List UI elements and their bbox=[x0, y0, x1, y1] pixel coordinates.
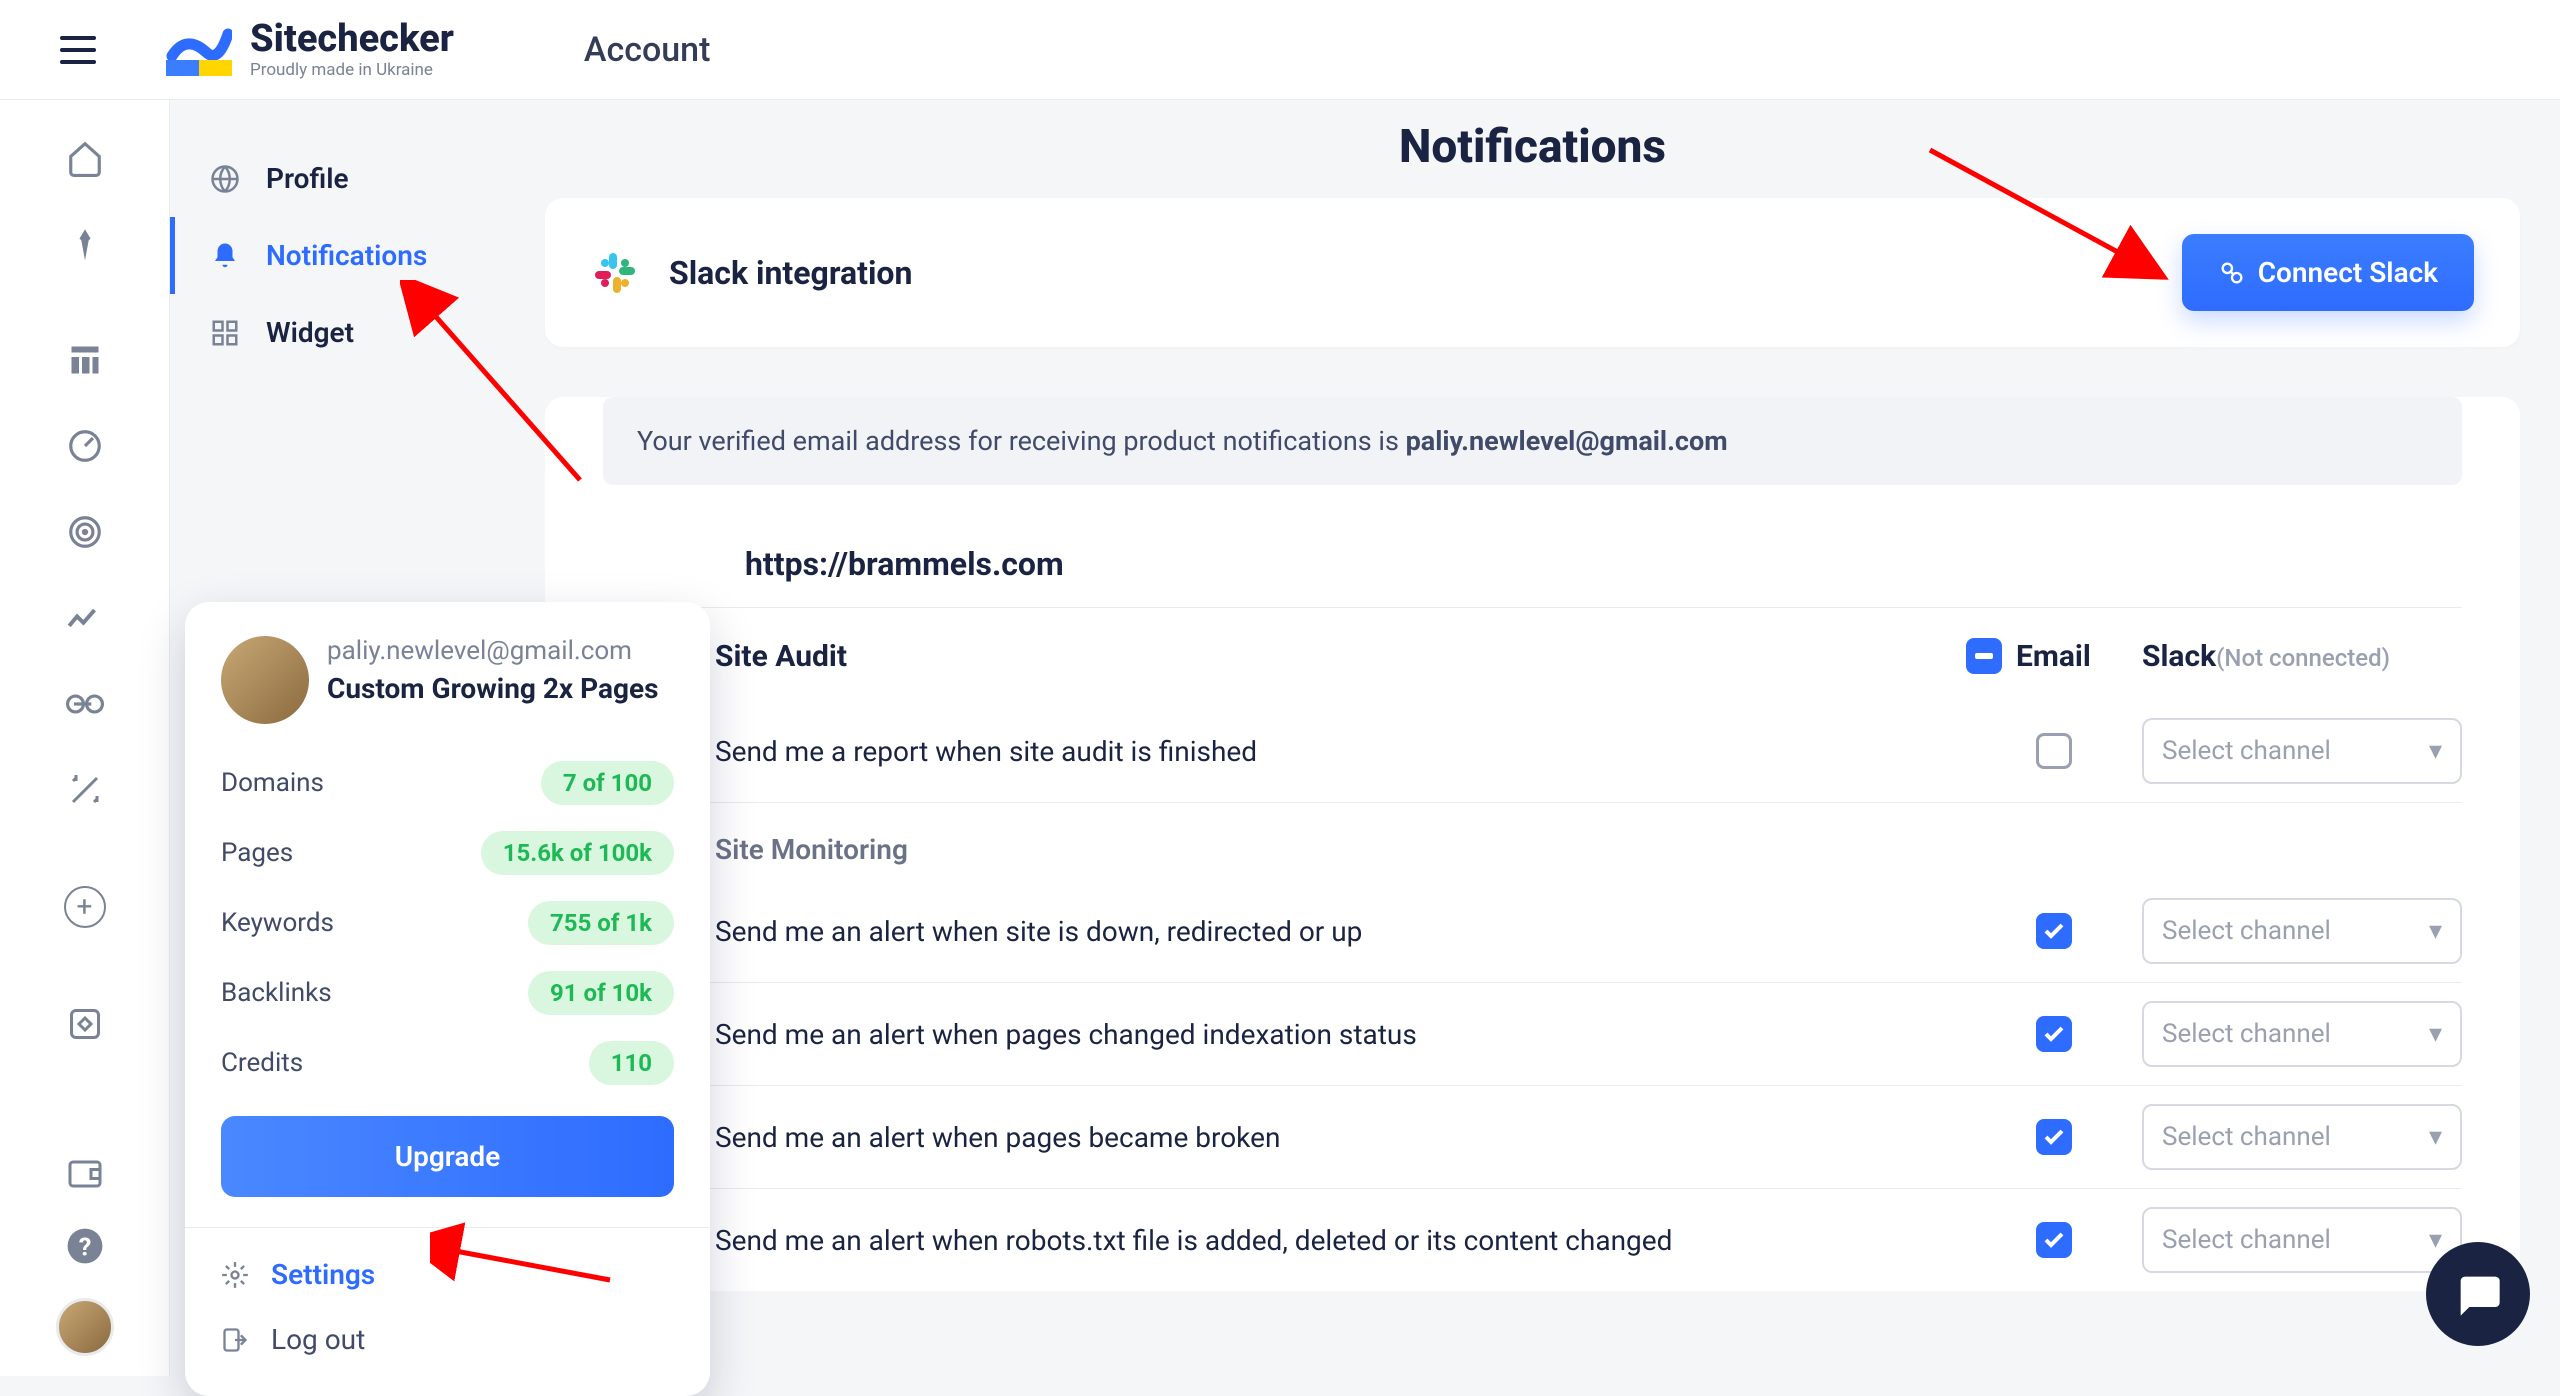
stat-row: Domains 7 of 100 bbox=[221, 748, 674, 818]
chevron-down-icon: ▾ bbox=[2429, 916, 2442, 946]
slack-title: Slack integration bbox=[669, 254, 912, 292]
link-icon[interactable] bbox=[65, 684, 105, 724]
slack-channel-select[interactable]: Select channel ▾ bbox=[2142, 1104, 2462, 1170]
notification-label: Send me an alert when pages changed inde… bbox=[715, 1018, 1966, 1051]
divider bbox=[185, 1227, 710, 1228]
target-icon[interactable] bbox=[65, 512, 105, 552]
logout-link[interactable]: Log out bbox=[221, 1307, 674, 1372]
settings-nav-icon[interactable] bbox=[65, 1004, 105, 1044]
logo-icon bbox=[166, 24, 232, 76]
email-checkbox[interactable] bbox=[2036, 1016, 2072, 1052]
hamburger-menu[interactable] bbox=[60, 36, 96, 64]
chat-widget[interactable] bbox=[2426, 1242, 2530, 1346]
notification-label: Send me an alert when robots.txt file is… bbox=[715, 1224, 1966, 1257]
email-checkbox[interactable] bbox=[2036, 733, 2072, 769]
user-plan: Custom Growing 2x Pages bbox=[327, 672, 659, 705]
svg-text:?: ? bbox=[78, 1234, 91, 1263]
usage-stats: Domains 7 of 100 Pages 15.6k of 100k Key… bbox=[221, 748, 674, 1098]
left-nav: + ? bbox=[0, 100, 170, 1376]
stat-row: Credits 110 bbox=[221, 1028, 674, 1098]
chat-icon bbox=[2452, 1268, 2504, 1320]
home-icon[interactable] bbox=[65, 138, 105, 178]
header-section: Account bbox=[584, 30, 711, 70]
user-avatar bbox=[221, 636, 309, 724]
side-item-label: Notifications bbox=[266, 239, 427, 272]
email-checkbox[interactable] bbox=[2036, 1222, 2072, 1258]
stat-badge: 91 of 10k bbox=[528, 971, 674, 1015]
slack-channel-select[interactable]: Select channel ▾ bbox=[2142, 898, 2462, 964]
main-content: Notifications Slack integration Connect bbox=[505, 100, 2560, 1376]
speed-icon[interactable] bbox=[65, 426, 105, 466]
notification-row: Send me a report when site audit is fini… bbox=[545, 700, 2520, 802]
stat-badge: 7 of 100 bbox=[541, 761, 674, 805]
notification-label: Send me an alert when pages became broke… bbox=[715, 1121, 1966, 1154]
user-email: paliy.newlevel@gmail.com bbox=[327, 636, 659, 666]
notification-label: Send me a report when site audit is fini… bbox=[715, 735, 1966, 768]
section-name: Site Audit bbox=[715, 639, 847, 674]
stat-badge: 110 bbox=[589, 1041, 674, 1085]
logout-icon bbox=[221, 1326, 249, 1354]
gear-icon bbox=[221, 1261, 249, 1289]
side-item-widget[interactable]: Widget bbox=[170, 294, 505, 371]
wallet-icon[interactable] bbox=[65, 1154, 105, 1194]
side-item-profile[interactable]: Profile bbox=[170, 140, 505, 217]
connect-slack-label: Connect Slack bbox=[2258, 256, 2438, 289]
magic-icon[interactable] bbox=[65, 770, 105, 810]
chevron-down-icon: ▾ bbox=[2429, 1225, 2442, 1255]
slack-column-header: Slack(Not connected) bbox=[2142, 639, 2462, 674]
side-item-label: Widget bbox=[266, 316, 354, 349]
logo[interactable]: Sitechecker Proudly made in Ukraine bbox=[166, 20, 454, 80]
section-header-row: Site Monitoring bbox=[545, 803, 2520, 880]
notification-row: Send me an alert when pages changed inde… bbox=[545, 983, 2520, 1085]
upgrade-button[interactable]: Upgrade bbox=[221, 1116, 674, 1197]
stat-badge: 755 of 1k bbox=[528, 901, 674, 945]
slack-channel-select[interactable]: Select channel ▾ bbox=[2142, 1001, 2462, 1067]
slack-icon bbox=[591, 249, 639, 297]
stat-row: Keywords 755 of 1k bbox=[221, 888, 674, 958]
dashboard-icon[interactable] bbox=[65, 340, 105, 380]
chevron-down-icon: ▾ bbox=[2429, 736, 2442, 766]
chevron-down-icon: ▾ bbox=[2429, 1019, 2442, 1049]
notification-label: Send me an alert when site is down, redi… bbox=[715, 915, 1966, 948]
slack-integration-card: Slack integration Connect Slack bbox=[545, 198, 2520, 347]
verified-email-notice: Your verified email address for receivin… bbox=[603, 397, 2462, 485]
notification-row: Send me an alert when pages became broke… bbox=[545, 1086, 2520, 1188]
slack-channel-select[interactable]: Select channel ▾ bbox=[2142, 718, 2462, 784]
email-all-checkbox[interactable] bbox=[1966, 638, 2002, 674]
stat-badge: 15.6k of 100k bbox=[481, 831, 674, 875]
brand-name: Sitechecker bbox=[250, 20, 454, 58]
email-checkbox[interactable] bbox=[2036, 913, 2072, 949]
section-header-row: Site Audit Email Slack(Not connected) bbox=[545, 608, 2520, 700]
slack-channel-select[interactable]: Select channel ▾ bbox=[2142, 1207, 2462, 1273]
bell-icon bbox=[210, 241, 240, 271]
site-url: https://brammels.com bbox=[545, 515, 2520, 607]
email-checkbox[interactable] bbox=[2036, 1119, 2072, 1155]
notification-row: Send me an alert when site is down, redi… bbox=[545, 880, 2520, 982]
notifications-card: Your verified email address for receivin… bbox=[545, 397, 2520, 1291]
brand-tagline: Proudly made in Ukraine bbox=[250, 60, 454, 80]
notification-row: Send me an alert when robots.txt file is… bbox=[545, 1189, 2520, 1291]
section-name: Site Monitoring bbox=[715, 833, 908, 866]
stat-row: Pages 15.6k of 100k bbox=[221, 818, 674, 888]
user-popover: paliy.newlevel@gmail.com Custom Growing … bbox=[185, 602, 710, 1396]
help-icon[interactable]: ? bbox=[65, 1226, 105, 1266]
trend-icon[interactable] bbox=[65, 598, 105, 638]
header: Sitechecker Proudly made in Ukraine Acco… bbox=[0, 0, 2560, 100]
stat-row: Backlinks 91 of 10k bbox=[221, 958, 674, 1028]
side-item-notifications[interactable]: Notifications bbox=[170, 217, 505, 294]
widget-icon bbox=[210, 318, 240, 348]
chevron-down-icon: ▾ bbox=[2429, 1122, 2442, 1152]
user-avatar-nav[interactable] bbox=[56, 1298, 114, 1356]
settings-link[interactable]: Settings bbox=[221, 1242, 674, 1307]
add-icon[interactable]: + bbox=[64, 886, 106, 928]
site-icon[interactable] bbox=[65, 224, 105, 264]
page-title: Notifications bbox=[545, 120, 2520, 174]
side-item-label: Profile bbox=[266, 162, 349, 195]
email-column-header: Email bbox=[1966, 638, 2142, 674]
connect-icon bbox=[2218, 259, 2246, 287]
globe-icon bbox=[210, 164, 240, 194]
connect-slack-button[interactable]: Connect Slack bbox=[2182, 234, 2474, 311]
